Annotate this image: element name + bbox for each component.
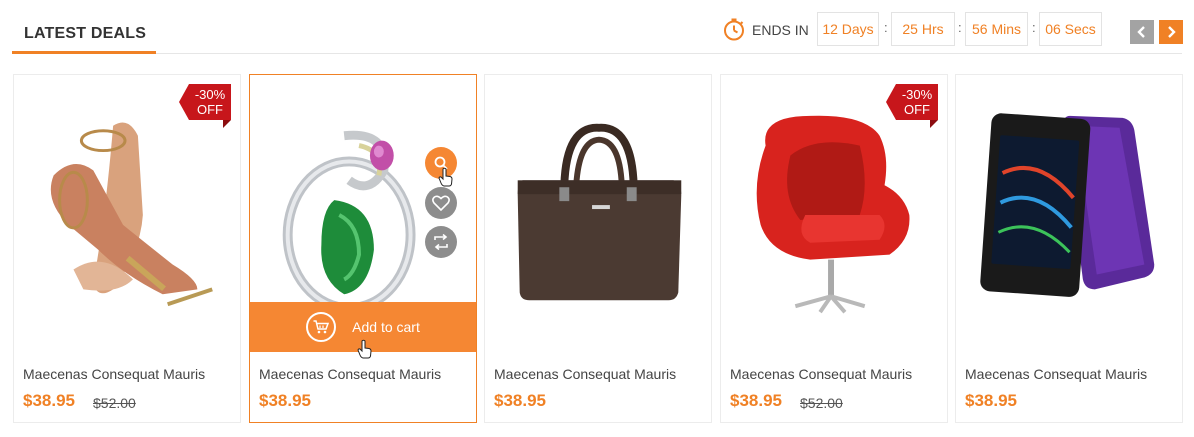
timer-icon — [724, 18, 744, 41]
badge-off: OFF — [904, 102, 930, 117]
header-divider — [12, 53, 1182, 54]
cart-icon — [313, 320, 330, 334]
product-image-xperia-smartphone[interactable] — [956, 75, 1182, 355]
product-card[interactable]: Add to cart Maecenas Consequat Mauris $3… — [249, 74, 477, 423]
product-name[interactable]: Maecenas Consequat Mauris — [965, 366, 1147, 382]
title-underline — [12, 51, 156, 54]
cart-icon-circle — [306, 312, 337, 342]
product-price: $38.95 — [259, 391, 311, 410]
countdown-separator: : — [884, 20, 888, 35]
badge-percent: -30% — [901, 87, 933, 102]
product-name[interactable]: Maecenas Consequat Mauris — [494, 366, 676, 382]
product-card[interactable]: -30% OFF Maecenas Consequat Mauris $38.9… — [720, 74, 948, 423]
countdown-days: 12 Days — [817, 12, 879, 46]
section-title: LATEST DEALS — [24, 25, 147, 42]
heart-icon — [432, 195, 450, 211]
countdown-separator: : — [958, 20, 962, 35]
product-price: $38.95 — [23, 391, 75, 410]
wishlist-button[interactable] — [425, 187, 457, 219]
discount-badge: -30% OFF — [886, 84, 938, 128]
product-old-price: $52.00 — [800, 395, 843, 411]
product-card[interactable]: Maecenas Consequat Mauris $38.95 — [484, 74, 712, 423]
product-old-price: $52.00 — [93, 395, 136, 411]
countdown-separator: : — [1032, 20, 1036, 35]
product-name[interactable]: Maecenas Consequat Mauris — [730, 366, 912, 382]
countdown-mins: 56 Mins — [965, 12, 1028, 46]
product-name[interactable]: Maecenas Consequat Mauris — [259, 366, 441, 382]
chevron-right-icon — [1168, 26, 1176, 38]
product-image-leather-handbag[interactable] — [485, 75, 711, 355]
badge-percent: -30% — [194, 87, 226, 102]
badge-off: OFF — [197, 102, 223, 117]
next-button[interactable] — [1159, 20, 1183, 44]
product-price: $38.95 — [730, 391, 782, 410]
hand-cursor-icon — [438, 167, 453, 187]
compare-button[interactable] — [425, 226, 457, 258]
product-price: $38.95 — [494, 391, 546, 410]
add-to-cart-label: Add to cart — [352, 319, 420, 335]
countdown-hours: 25 Hrs — [891, 12, 955, 46]
hand-cursor-icon — [357, 339, 372, 359]
countdown-secs: 06 Secs — [1039, 12, 1102, 46]
product-price: $38.95 — [965, 391, 1017, 410]
product-card[interactable]: -30% OFF Maecenas Consequat Mauris $38.9… — [13, 74, 241, 423]
ends-in-label: ENDS IN — [752, 22, 809, 38]
chevron-left-icon — [1137, 26, 1145, 38]
product-name[interactable]: Maecenas Consequat Mauris — [23, 366, 205, 382]
product-card[interactable]: Maecenas Consequat Mauris $38.95 — [955, 74, 1183, 423]
discount-badge: -30% OFF — [179, 84, 231, 128]
compare-icon — [434, 234, 448, 250]
prev-button[interactable] — [1130, 20, 1154, 44]
deals-header: LATEST DEALS ENDS IN 12 Days : 25 Hrs : … — [0, 0, 1194, 56]
